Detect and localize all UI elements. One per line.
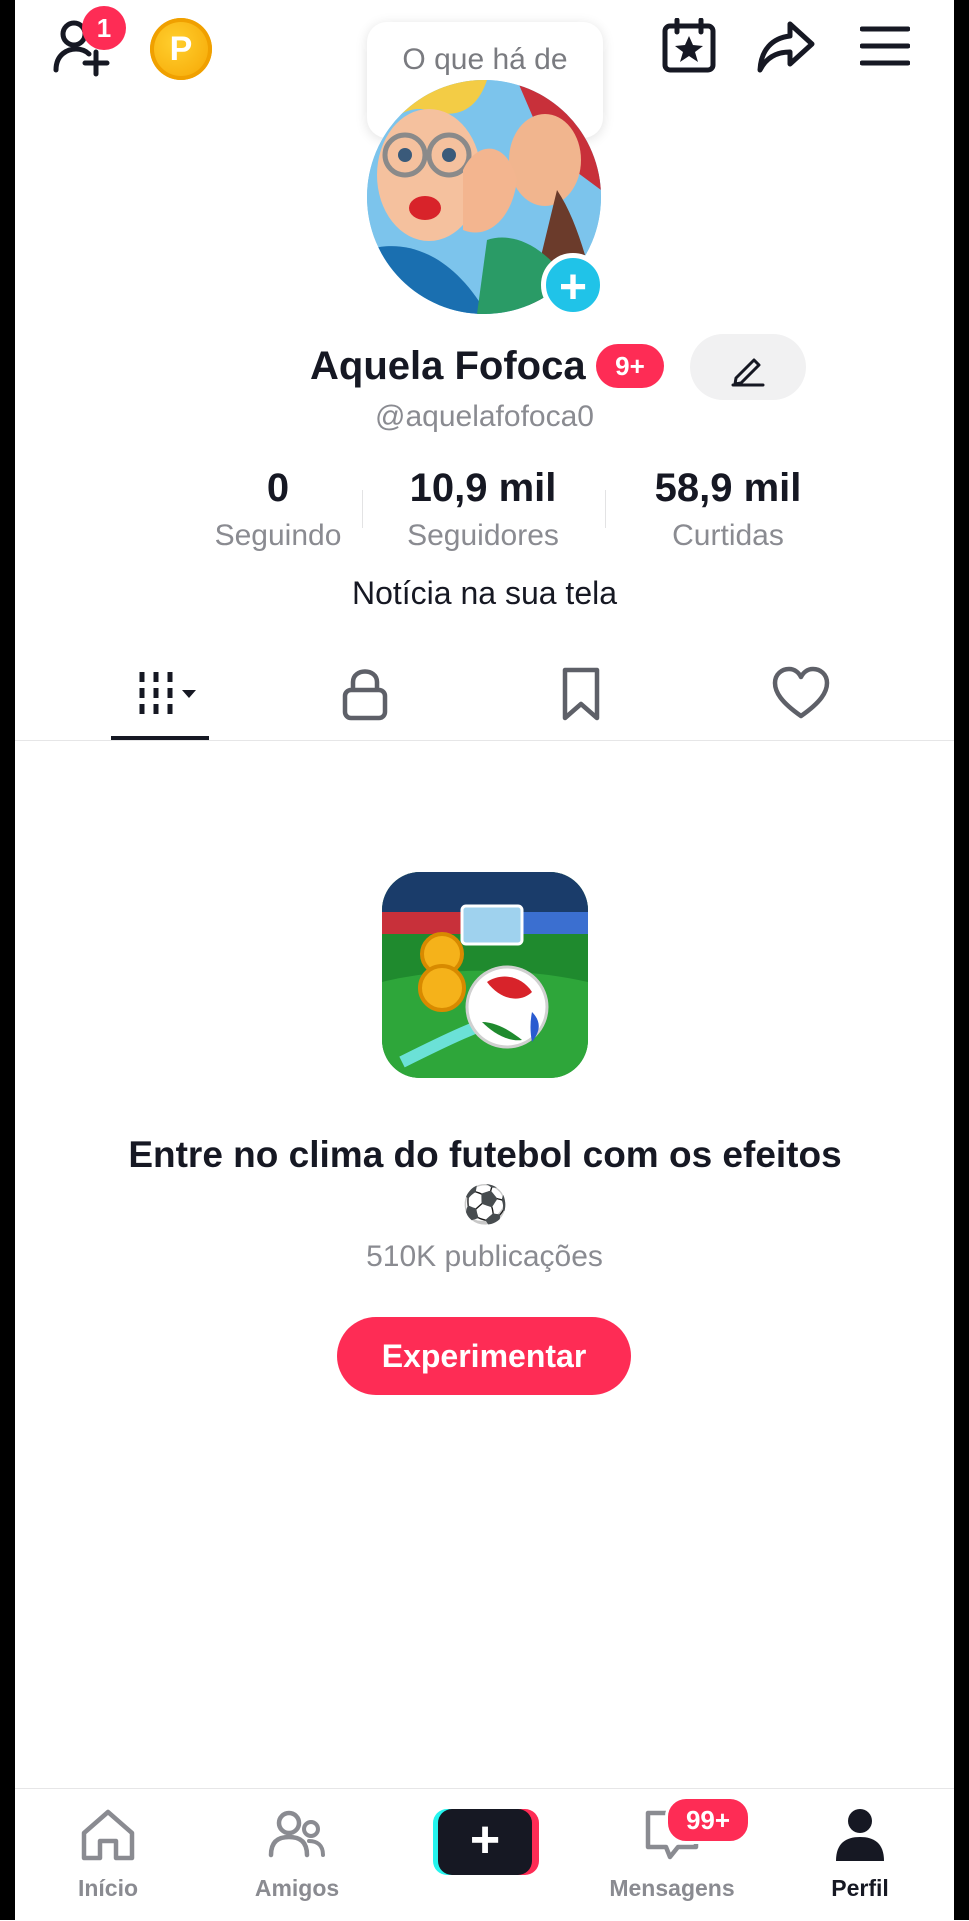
- add-story-plus-icon[interactable]: +: [541, 253, 605, 317]
- tab-saved[interactable]: [531, 660, 631, 730]
- nav-home[interactable]: Início: [33, 1807, 183, 1917]
- stat-likes[interactable]: 58,9 mil Curtidas: [618, 460, 838, 556]
- notification-badge[interactable]: 9+: [596, 344, 664, 388]
- home-icon: [81, 1809, 135, 1861]
- stat-label: Curtidas: [672, 519, 784, 552]
- coin-rewards-button[interactable]: P: [150, 18, 212, 80]
- screen-edge-right: [954, 0, 969, 1920]
- tab-liked[interactable]: [745, 660, 845, 730]
- stat-value: 0: [266, 466, 290, 510]
- profile-display-name: Aquela Fofoca: [310, 344, 586, 388]
- nav-label: Mensagens: [609, 1875, 735, 1901]
- nav-profile[interactable]: Perfil: [785, 1807, 935, 1917]
- football-effect-thumbnail[interactable]: [382, 872, 588, 1078]
- tab-private[interactable]: [315, 660, 415, 730]
- stat-followers[interactable]: 10,9 mil Seguidores: [373, 460, 593, 556]
- share-profile-button[interactable]: [756, 20, 816, 74]
- stat-following[interactable]: 0 Seguindo: [168, 460, 388, 556]
- nav-label: Início: [77, 1875, 139, 1901]
- friends-icon: [268, 1810, 325, 1858]
- football-effect-image: [382, 872, 588, 1078]
- stat-divider: [605, 490, 606, 528]
- heart-icon: [772, 666, 830, 719]
- nav-label: Amigos: [254, 1875, 340, 1901]
- try-effect-button[interactable]: Experimentar: [337, 1317, 631, 1395]
- add-friend-button[interactable]: 1: [52, 6, 126, 78]
- lock-icon: [342, 669, 388, 721]
- profile-stats: 0 Seguindo 10,9 mil Seguidores 58,9 mil …: [150, 460, 830, 560]
- stat-value: 58,9 mil: [654, 466, 802, 510]
- edit-profile-button[interactable]: [690, 334, 806, 400]
- screen-edge-left: [0, 0, 15, 1920]
- messages-badge: 99+: [665, 1796, 751, 1844]
- create-video-button[interactable]: +: [433, 1809, 539, 1875]
- share-arrow-icon: [757, 21, 815, 73]
- stat-value: 10,9 mil: [409, 466, 557, 510]
- profile-handle: @aquelafofoca0: [375, 400, 594, 433]
- profile-content-tabs: [15, 650, 954, 741]
- menu-button[interactable]: [859, 24, 911, 68]
- calendar-star-icon: [662, 17, 716, 73]
- nav-label: Perfil: [831, 1875, 889, 1901]
- profile-name-row: Aquela Fofoca 9+: [0, 334, 969, 400]
- active-tab-indicator: [111, 736, 209, 740]
- stat-label: Seguindo: [214, 519, 342, 552]
- pencil-icon: [731, 358, 765, 387]
- stat-divider: [362, 490, 363, 528]
- calendar-star-button[interactable]: [660, 17, 718, 74]
- promo-post-count: 510K publicações: [366, 1240, 603, 1273]
- bookmark-icon: [562, 667, 600, 721]
- bottom-navigation: Início Amigos + Mensagens Perfil: [15, 1788, 954, 1921]
- tab-videos[interactable]: [110, 660, 210, 730]
- add-friend-badge: 1: [82, 6, 126, 50]
- profile-bio: Notícia na sua tela: [351, 575, 618, 611]
- create-plus-icon: +: [438, 1809, 532, 1875]
- stat-label: Seguidores: [407, 519, 559, 552]
- videos-grid-icon: [139, 672, 196, 716]
- promo-title: Entre no clima do futebol com os efeitos…: [128, 1134, 842, 1225]
- profile-icon: [836, 1809, 884, 1861]
- hamburger-menu-icon: [859, 26, 911, 66]
- coin-letter: P: [169, 30, 193, 68]
- nav-friends[interactable]: Amigos: [222, 1807, 372, 1917]
